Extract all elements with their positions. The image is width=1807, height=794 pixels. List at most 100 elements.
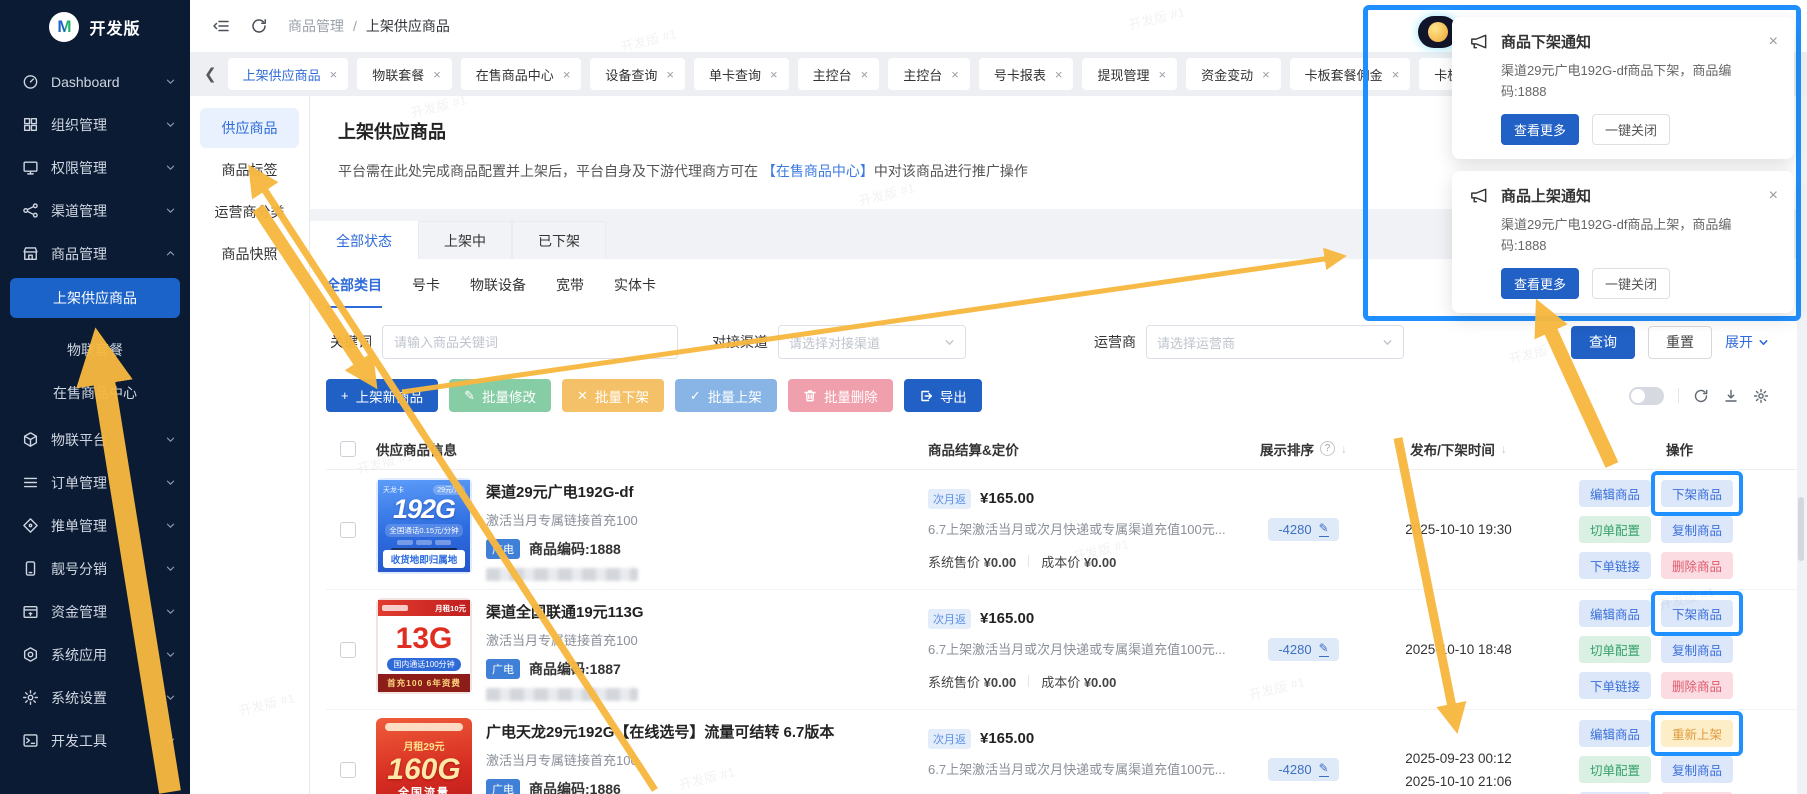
operator-select[interactable]: 请选择运营商 (1146, 325, 1404, 359)
column-settings-icon[interactable] (1753, 388, 1769, 404)
row-checkbox[interactable] (340, 522, 356, 538)
order-link-button[interactable]: 下单链接 (1579, 672, 1651, 699)
close-tab-icon[interactable]: × (1262, 67, 1270, 82)
edit-product-button[interactable]: 编辑商品 (1579, 720, 1651, 747)
close-notification-icon[interactable]: × (1769, 34, 1778, 50)
batch-off-button[interactable]: ✕ 批量下架 (562, 379, 664, 412)
category-tab-4[interactable]: 实体卡 (614, 275, 656, 308)
add-button[interactable]: + 上架新商品 (326, 379, 438, 412)
category-tab-0[interactable]: 全部类目 (326, 275, 382, 308)
delete-product-button[interactable]: 删除商品 (1661, 552, 1733, 579)
category-tab-3[interactable]: 宽带 (556, 275, 584, 308)
edit-pencil-icon[interactable]: ✎ (1319, 762, 1329, 776)
switch-order-config-button[interactable]: 切单配置 (1579, 516, 1651, 543)
sort-value-pill[interactable]: -4280✎ (1268, 638, 1338, 661)
close-tab-icon[interactable]: × (433, 67, 441, 82)
batch-del-button[interactable]: 批量删除 (788, 379, 893, 412)
category-tab-1[interactable]: 号卡 (412, 275, 440, 308)
refresh-table-icon[interactable] (1693, 388, 1709, 404)
tab-0[interactable]: 上架供应商品 × (228, 58, 349, 90)
delete-product-button[interactable]: 删除商品 (1661, 672, 1733, 699)
status-tab-0[interactable]: 全部状态 (310, 221, 418, 259)
edit-pencil-icon[interactable]: ✎ (1319, 642, 1329, 656)
switch-order-config-button[interactable]: 切单配置 (1579, 756, 1651, 783)
close-tab-icon[interactable]: × (951, 67, 959, 82)
sidebar-subitem-0[interactable]: 上架供应商品 (10, 278, 180, 318)
sort-value-pill[interactable]: -4280✎ (1268, 518, 1338, 541)
sidebar-item-10[interactable]: 系统应用 (0, 633, 190, 676)
help-icon[interactable]: ? (1320, 441, 1335, 456)
close-tab-icon[interactable]: × (666, 67, 674, 82)
order-link-button[interactable]: 下单链接 (1579, 552, 1651, 579)
reshelf-product-button[interactable]: 重新上架 (1661, 720, 1733, 747)
channel-select[interactable]: 请选择对接渠道 (778, 325, 966, 359)
tab-3[interactable]: 设备查询 × (590, 58, 685, 90)
export-table-icon[interactable] (1723, 388, 1739, 404)
sidebar-item-2[interactable]: 权限管理 (0, 146, 190, 189)
select-all-checkbox[interactable] (340, 441, 356, 457)
row-checkbox[interactable] (340, 642, 356, 658)
compact-toggle[interactable] (1629, 387, 1664, 405)
refresh-page-icon[interactable] (250, 17, 268, 35)
sidebar-item-7[interactable]: 推单管理 (0, 504, 190, 547)
close-tab-icon[interactable]: × (861, 67, 869, 82)
sidebar-item-5[interactable]: 物联平台 (0, 418, 190, 461)
subnav-item-2[interactable]: 运营商分类 (200, 192, 299, 232)
subnav-item-3[interactable]: 商品快照 (200, 234, 299, 274)
tab-6[interactable]: 主控台 × (888, 58, 970, 90)
expand-filters-link[interactable]: 展开 (1725, 332, 1769, 352)
tabs-back-icon[interactable]: ❮ (204, 65, 217, 83)
batch-edit-button[interactable]: ✎ 批量修改 (449, 379, 551, 412)
vertical-scrollbar[interactable] (1798, 497, 1804, 561)
tab-5[interactable]: 主控台 × (798, 58, 880, 90)
onsale-center-link[interactable]: 【在售商品中心】 (762, 163, 874, 179)
sidebar-item-8[interactable]: 靓号分销 (0, 547, 190, 590)
reset-button[interactable]: 重置 (1648, 326, 1712, 359)
close-tab-icon[interactable]: × (330, 67, 338, 82)
sort-icon[interactable]: ↓ (1501, 442, 1507, 456)
sidebar-item-6[interactable]: 订单管理 (0, 461, 190, 504)
close-all-button[interactable]: 一键关闭 (1592, 268, 1670, 299)
close-tab-icon[interactable]: × (770, 67, 778, 82)
close-all-button[interactable]: 一键关闭 (1592, 114, 1670, 145)
export-button[interactable]: 导出 (904, 379, 982, 412)
tab-9[interactable]: 资金变动 × (1186, 58, 1281, 90)
sidebar-subitem-1[interactable]: 物联套餐 (0, 328, 190, 371)
subnav-item-1[interactable]: 商品标签 (200, 150, 299, 190)
search-button[interactable]: 查询 (1571, 326, 1635, 359)
sidebar-item-3[interactable]: 渠道管理 (0, 189, 190, 232)
copy-product-button[interactable]: 复制商品 (1661, 756, 1733, 783)
close-tab-icon[interactable]: × (1158, 67, 1166, 82)
keyword-input[interactable] (382, 325, 678, 359)
category-tab-2[interactable]: 物联设备 (470, 275, 526, 308)
collapse-sidebar-icon[interactable] (212, 17, 230, 35)
breadcrumb-parent[interactable]: 商品管理 (288, 16, 344, 36)
view-more-button[interactable]: 查看更多 (1501, 114, 1579, 145)
sort-icon[interactable]: ↓ (1341, 442, 1347, 456)
sidebar-item-9[interactable]: 资金管理 (0, 590, 190, 633)
sidebar-item-12[interactable]: 开发工具 (0, 719, 190, 762)
tab-1[interactable]: 物联套餐 × (357, 58, 452, 90)
switch-order-config-button[interactable]: 切单配置 (1579, 636, 1651, 663)
offshelf-product-button[interactable]: 下架商品 (1661, 480, 1733, 507)
tab-7[interactable]: 号卡报表 × (979, 58, 1074, 90)
edit-product-button[interactable]: 编辑商品 (1579, 480, 1651, 507)
tab-8[interactable]: 提现管理 × (1082, 58, 1177, 90)
sidebar-item-0[interactable]: Dashboard (0, 60, 190, 103)
edit-pencil-icon[interactable]: ✎ (1319, 522, 1329, 536)
copy-product-button[interactable]: 复制商品 (1661, 516, 1733, 543)
close-tab-icon[interactable]: × (563, 67, 571, 82)
tab-4[interactable]: 单卡查询 × (694, 58, 789, 90)
batch-on-button[interactable]: ✓ 批量上架 (675, 379, 777, 412)
row-checkbox[interactable] (340, 762, 356, 778)
sidebar-item-4[interactable]: 商品管理 (0, 232, 190, 275)
close-notification-icon[interactable]: × (1769, 188, 1778, 204)
tab-2[interactable]: 在售商品中心 × (461, 58, 582, 90)
sidebar-item-11[interactable]: 系统设置 (0, 676, 190, 719)
status-tab-1[interactable]: 上架中 (418, 221, 512, 259)
close-tab-icon[interactable]: × (1055, 67, 1063, 82)
sidebar-item-1[interactable]: 组织管理 (0, 103, 190, 146)
subnav-item-0[interactable]: 供应商品 (200, 108, 299, 148)
status-tab-2[interactable]: 已下架 (512, 221, 606, 259)
sidebar-subitem-2[interactable]: 在售商品中心 (0, 371, 190, 414)
